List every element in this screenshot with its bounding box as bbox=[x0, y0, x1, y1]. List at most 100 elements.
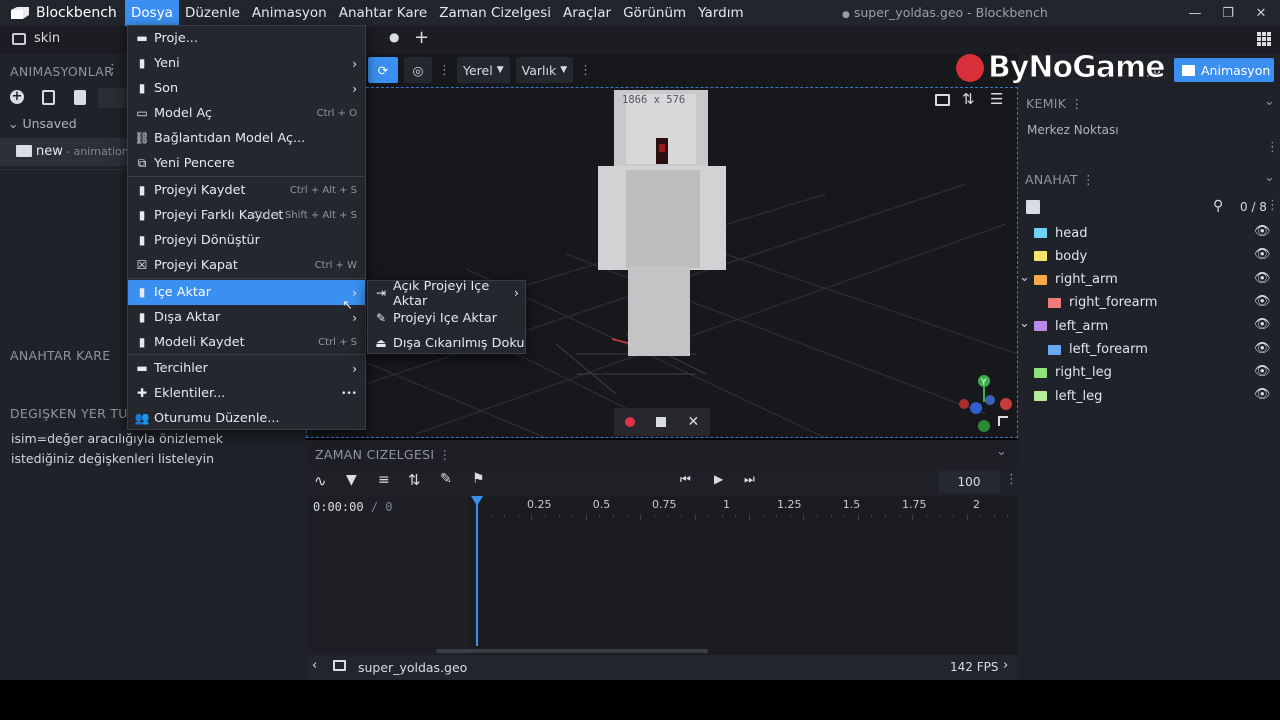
tick-mark bbox=[558, 514, 560, 517]
collapse-icon[interactable]: ⌄ bbox=[996, 444, 1007, 459]
menu-7[interactable]: Görünüm bbox=[617, 0, 692, 26]
import-submenu-item[interactable]: ⏏ Dışa Cıkarılmış Doku bbox=[368, 331, 525, 356]
timeline-menu-icon[interactable]: ⋮ bbox=[1005, 472, 1018, 487]
import-submenu-item[interactable]: ✎ Projeyi Içe Aktar bbox=[368, 306, 525, 331]
placeholder-text[interactable]: isim=değer aracılığıyla önizlemek istedi… bbox=[11, 429, 261, 469]
chevron-down-icon[interactable]: ⌄ bbox=[1019, 316, 1030, 331]
outliner-item[interactable]: left_forearm bbox=[1048, 339, 1148, 361]
toolbar-menu-icon[interactable]: ⋮ bbox=[579, 63, 592, 78]
playhead[interactable] bbox=[476, 496, 478, 646]
menu-5[interactable]: Zaman Cizelgesi bbox=[433, 0, 557, 26]
mode-animate-button[interactable]: Animasyon bbox=[1174, 58, 1274, 82]
skip-back-icon[interactable]: ⏮ bbox=[680, 472, 691, 487]
rotate-icon[interactable]: ⟳ bbox=[368, 57, 398, 83]
title-bar: Blockbench Dosya Düzenle Animasyon Anahtar … bbox=[0, 0, 1280, 26]
menu-8[interactable]: Yardım bbox=[692, 0, 749, 26]
file-menu-item[interactable]: ▮ Dışa Aktar › bbox=[128, 305, 365, 330]
tick-mark bbox=[925, 514, 927, 517]
file-menu-item[interactable]: ▮ Projeyi Farklı Kaydet Ctrl + Shift + Alt… bbox=[128, 203, 365, 228]
playback-speed-input[interactable]: 100 bbox=[938, 471, 1000, 493]
menu-3[interactable]: Animasyon bbox=[246, 0, 333, 26]
search-icon[interactable]: ⚲ bbox=[1213, 198, 1223, 214]
tick-label: 1.5 bbox=[842, 498, 861, 511]
timeline-panel: ZAMAN CIZELGESI ⋮ ⌄ ∿ ▼ ≡ ⇅ ✎ ⚑ ⏮ ▶ ⏭ 10… bbox=[306, 440, 1018, 680]
file-menu-item[interactable]: 👥 Oturumu Düzenle... bbox=[128, 406, 365, 431]
eye-icon[interactable]: 👁 bbox=[1254, 247, 1271, 262]
eye-icon[interactable]: 👁 bbox=[1254, 294, 1271, 309]
file-menu-item[interactable]: ☒ Projeyi Kapat Ctrl + W bbox=[128, 253, 365, 278]
pivot-icon[interactable]: ◎ bbox=[404, 57, 432, 83]
filter-icon[interactable]: ▼ bbox=[346, 472, 357, 488]
eye-icon[interactable]: 👁 bbox=[1254, 271, 1271, 286]
file-menu-item[interactable]: ▮ Son › bbox=[128, 76, 365, 101]
align-icon[interactable]: ≡ bbox=[378, 472, 390, 488]
file-menu-item[interactable]: ✚ Eklentiler... ••• bbox=[128, 381, 365, 406]
menu-6[interactable]: Araçlar bbox=[557, 0, 617, 26]
outliner-item[interactable]: right_arm bbox=[1034, 269, 1118, 291]
outliner-item[interactable]: body bbox=[1034, 245, 1087, 267]
folder-icon bbox=[1034, 391, 1047, 402]
tab-skin[interactable]: skin bbox=[12, 31, 60, 46]
new-tab-button[interactable]: + bbox=[414, 27, 429, 48]
panel-menu-icon[interactable]: ⋮ bbox=[106, 62, 119, 77]
file-menu-item[interactable]: ⧉ Yeni Pencere bbox=[128, 151, 365, 176]
eye-icon[interactable]: 👁 bbox=[1254, 317, 1271, 332]
toolbar-menu-icon[interactable]: ⋮ bbox=[438, 63, 451, 78]
chevron-right-icon[interactable]: › bbox=[1003, 658, 1008, 673]
chevron-down-icon[interactable]: ⌄ bbox=[1019, 270, 1030, 285]
tick-mark bbox=[857, 514, 859, 520]
import-submenu-item[interactable]: ⇥ Açık Projeyi Içe Aktar › bbox=[368, 279, 525, 309]
file-menu-item[interactable]: ▭ Model Aç Ctrl + O bbox=[128, 101, 365, 126]
sort-icon[interactable]: ⇅ bbox=[408, 471, 421, 489]
outliner-item[interactable]: right_leg bbox=[1034, 362, 1112, 384]
grid-menu-icon[interactable] bbox=[1257, 32, 1271, 46]
pivot-menu-icon[interactable]: ⋮ bbox=[1266, 140, 1279, 155]
keyframe-area[interactable] bbox=[469, 496, 1018, 656]
outliner-item[interactable]: left_leg bbox=[1034, 385, 1102, 407]
outliner-item[interactable]: head bbox=[1034, 222, 1087, 244]
search-field[interactable] bbox=[98, 88, 128, 108]
file-menu-item[interactable]: ▮ Modeli Kaydet Ctrl + S bbox=[128, 330, 365, 355]
file-menu-item[interactable]: ▮ Projeyi Kaydet Ctrl + Alt + S bbox=[128, 178, 365, 203]
flag-icon[interactable]: ⚑ bbox=[472, 471, 485, 487]
file-menu-item[interactable]: ▬ Proje... bbox=[128, 26, 365, 51]
file-menu-item[interactable]: ⛓ Bağlantıdan Model Aç... bbox=[128, 126, 365, 151]
unsaved-group[interactable]: ⌄ Unsaved bbox=[8, 116, 77, 131]
menu-4[interactable]: Anahtar Kare bbox=[333, 0, 433, 26]
eye-icon[interactable]: 👁 bbox=[1254, 224, 1271, 239]
outliner-menu-icon[interactable]: ⋮ bbox=[1266, 198, 1279, 213]
collapse-icon[interactable]: ⌄ bbox=[1264, 94, 1275, 109]
outliner-item[interactable]: right_forearm bbox=[1048, 292, 1157, 314]
graph-icon[interactable]: ∿ bbox=[314, 472, 327, 490]
outliner-item[interactable]: left_arm bbox=[1034, 315, 1108, 337]
play-icon[interactable]: ▶ bbox=[714, 472, 723, 486]
space-entity-select[interactable]: Varlık ▼ bbox=[515, 57, 574, 83]
pen-icon[interactable]: ✎ bbox=[440, 471, 452, 487]
load-file-icon[interactable] bbox=[74, 90, 86, 105]
file-menu-item[interactable]: ▮ Içe Aktar › bbox=[128, 280, 365, 305]
eye-icon[interactable]: 👁 bbox=[1254, 364, 1271, 379]
edit-file-icon[interactable] bbox=[42, 90, 55, 105]
add-animation-icon[interactable]: + bbox=[10, 90, 24, 104]
menu-item-label: Eklentiler... bbox=[154, 386, 226, 401]
close-icon[interactable]: ✕ bbox=[1241, 0, 1280, 26]
file-menu-item[interactable]: ▬ Tercihler › bbox=[128, 356, 365, 381]
file-menu-item[interactable]: ▮ Projeyi Dönüştür bbox=[128, 228, 365, 253]
chevron-left-icon[interactable]: ‹ bbox=[312, 658, 317, 673]
collapse-icon[interactable]: ⌄ bbox=[1264, 170, 1275, 185]
menu-2[interactable]: Düzenle bbox=[179, 0, 246, 26]
eye-icon[interactable]: 👁 bbox=[1254, 341, 1271, 356]
scrollbar[interactable] bbox=[436, 649, 708, 653]
animation-item[interactable]: new - animation. bbox=[0, 138, 132, 166]
viewport[interactable]: 1866 x 576 ⇅ ☰ Y ✕ bbox=[306, 54, 1018, 438]
menu-1[interactable]: Dosya bbox=[125, 0, 179, 26]
tick-mark bbox=[681, 514, 682, 517]
add-group-icon[interactable] bbox=[1026, 200, 1040, 214]
time-ruler[interactable]: 0.25 0.5 0.75 1 1.25 1.5 1.75 2 bbox=[469, 496, 1018, 520]
tick-mark bbox=[735, 514, 737, 517]
file-menu-item[interactable]: ▮ Yeni › bbox=[128, 51, 365, 76]
eye-icon[interactable]: 👁 bbox=[1254, 387, 1271, 402]
space-local-select[interactable]: Yerel ▼ bbox=[457, 57, 510, 83]
skip-forward-icon[interactable]: ⏭ bbox=[744, 472, 755, 487]
playhead-handle[interactable] bbox=[471, 496, 483, 506]
